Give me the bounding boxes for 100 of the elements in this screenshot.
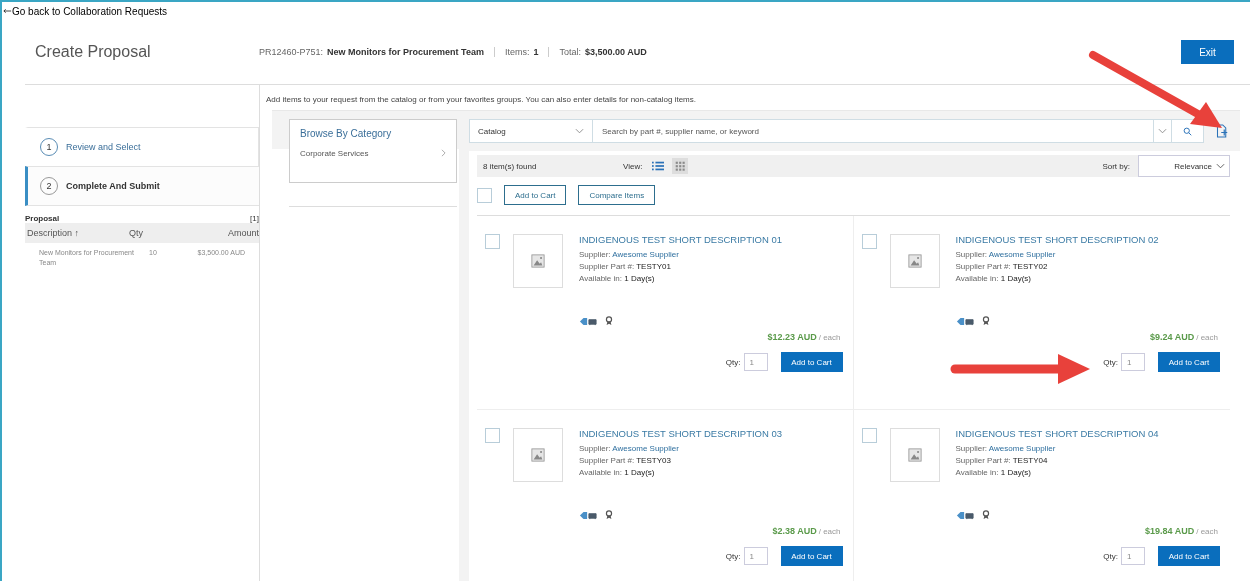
intro-text: Add items to your request from the catalog or from your favorites groups. You can also enter details for non-catalog items. bbox=[265, 94, 697, 106]
grid-view-icon[interactable] bbox=[672, 158, 689, 174]
exit-button[interactable]: Exit bbox=[1181, 40, 1234, 64]
view-label: View: bbox=[623, 161, 643, 171]
add-to-cart-button[interactable]: Add to Cart bbox=[780, 352, 843, 372]
add-to-cart-button[interactable]: Add to Cart bbox=[504, 185, 567, 205]
page-title: Create Proposal bbox=[34, 43, 152, 61]
availability-label: Available in: bbox=[955, 274, 999, 283]
part-label: Supplier Part #: bbox=[579, 262, 635, 271]
add-to-cart-button[interactable]: Add to Cart bbox=[1158, 546, 1220, 566]
column-header: Qty bbox=[129, 228, 144, 238]
chevron-down-icon bbox=[1216, 163, 1225, 169]
items-label: Items: bbox=[504, 47, 530, 57]
part-label: Supplier Part #: bbox=[955, 456, 1011, 465]
column-header[interactable]: Description ↑ bbox=[25, 228, 129, 238]
search-icon bbox=[1183, 126, 1192, 136]
search-dropdown-button[interactable] bbox=[1154, 119, 1172, 143]
availability-value: 1 Day(s) bbox=[1000, 274, 1031, 283]
qty-label: Qty: bbox=[725, 357, 741, 367]
image-icon bbox=[907, 448, 922, 462]
step-item[interactable]: 2 Complete And Submit bbox=[25, 166, 259, 206]
price: $2.38 AUD bbox=[772, 526, 817, 536]
category-title: Browse By Category bbox=[300, 128, 393, 139]
total-amount: $3,500.00 AUD bbox=[584, 47, 647, 57]
back-link[interactable]: Go back to Collaboration Requests bbox=[12, 5, 168, 17]
supplier-link[interactable]: Awesome Supplier bbox=[612, 250, 679, 259]
image-icon bbox=[907, 254, 922, 268]
price-unit: / each bbox=[818, 527, 841, 536]
back-arrow-icon bbox=[3, 8, 12, 14]
part-number: TESTY03 bbox=[636, 456, 671, 465]
compare-items-button[interactable]: Compare Items bbox=[578, 185, 656, 205]
proposal-count: [1] bbox=[250, 214, 259, 223]
price: $12.23 AUD bbox=[767, 332, 817, 342]
part-number: TESTY04 bbox=[1012, 456, 1048, 465]
add-to-cart-button[interactable]: Add to Cart bbox=[1158, 352, 1220, 372]
add-to-cart-button[interactable]: Add to Cart bbox=[780, 546, 843, 566]
availability-value: 1 Day(s) bbox=[1000, 468, 1031, 477]
qty-label: Qty: bbox=[725, 551, 741, 561]
qty-field[interactable]: 1 bbox=[1121, 547, 1145, 565]
supplier-label: Supplier: bbox=[579, 444, 611, 453]
product-checkbox[interactable] bbox=[485, 428, 500, 443]
select-all-checkbox[interactable] bbox=[477, 187, 492, 203]
qty-field[interactable]: 1 bbox=[1121, 353, 1145, 371]
product-title-link[interactable]: INDIGENOUS TEST SHORT DESCRIPTION 04 bbox=[955, 428, 1220, 439]
price-unit: / each bbox=[818, 333, 841, 342]
result-count: 8 item(s) found bbox=[483, 161, 538, 171]
supplier-label: Supplier: bbox=[579, 250, 611, 259]
product-title-link[interactable]: INDIGENOUS TEST SHORT DESCRIPTION 01 bbox=[579, 234, 843, 245]
product-title-link[interactable]: INDIGENOUS TEST SHORT DESCRIPTION 02 bbox=[955, 234, 1220, 245]
sort-label: Sort by: bbox=[1102, 161, 1130, 171]
product-checkbox[interactable] bbox=[861, 234, 877, 249]
tag-icon bbox=[955, 510, 974, 520]
award-icon bbox=[605, 510, 613, 520]
image-icon bbox=[531, 254, 545, 268]
award-icon bbox=[605, 316, 613, 326]
qty-field[interactable]: 1 bbox=[743, 547, 768, 565]
column-header: Amount bbox=[226, 228, 259, 238]
product-checkbox[interactable] bbox=[485, 234, 500, 249]
request-name: New Monitors for Procurement Team bbox=[327, 47, 484, 57]
award-icon bbox=[981, 316, 990, 326]
step-label: Review and Select bbox=[66, 142, 141, 152]
part-number: TESTY01 bbox=[636, 262, 671, 271]
category-item[interactable]: Corporate Services bbox=[300, 149, 446, 158]
supplier-label: Supplier: bbox=[955, 250, 988, 259]
tag-icon bbox=[579, 510, 597, 520]
image-icon bbox=[531, 448, 545, 462]
price: $19.84 AUD bbox=[1145, 526, 1195, 536]
supplier-label: Supplier: bbox=[955, 444, 988, 453]
add-document-icon[interactable] bbox=[1216, 124, 1228, 138]
search-button[interactable] bbox=[1172, 119, 1204, 143]
supplier-link[interactable]: Awesome Supplier bbox=[988, 250, 1056, 259]
total-label: Total: bbox=[559, 47, 581, 57]
availability-label: Available in: bbox=[955, 468, 999, 477]
price: $9.24 AUD bbox=[1150, 332, 1195, 342]
availability-label: Available in: bbox=[579, 468, 622, 477]
qty-label: Qty: bbox=[1103, 551, 1118, 561]
availability-value: 1 Day(s) bbox=[624, 468, 655, 477]
product-checkbox[interactable] bbox=[861, 428, 877, 443]
part-label: Supplier Part #: bbox=[579, 456, 635, 465]
price-unit: / each bbox=[1196, 333, 1218, 342]
award-icon bbox=[981, 510, 990, 520]
supplier-link[interactable]: Awesome Supplier bbox=[988, 444, 1056, 453]
part-number: TESTY02 bbox=[1012, 262, 1048, 271]
proposal-title: Proposal bbox=[25, 214, 60, 223]
product-title-link[interactable]: INDIGENOUS TEST SHORT DESCRIPTION 03 bbox=[579, 428, 843, 439]
tag-icon bbox=[579, 316, 597, 326]
supplier-link[interactable]: Awesome Supplier bbox=[612, 444, 679, 453]
qty-label: Qty: bbox=[1103, 357, 1118, 367]
qty-field[interactable]: 1 bbox=[743, 353, 768, 371]
part-label: Supplier Part #: bbox=[955, 262, 1011, 271]
chevron-down-icon bbox=[575, 128, 584, 134]
availability-label: Available in: bbox=[579, 274, 622, 283]
price-unit: / each bbox=[1196, 527, 1218, 536]
chevron-right-icon bbox=[441, 149, 446, 157]
step-label: Complete And Submit bbox=[66, 181, 160, 191]
tag-icon bbox=[955, 316, 974, 326]
scope-dropdown[interactable]: Catalog bbox=[469, 119, 593, 143]
search-field[interactable]: Search by part #, supplier name, or keyword bbox=[593, 119, 1154, 143]
sort-dropdown[interactable]: Relevance bbox=[1138, 155, 1230, 177]
items-count: 1 bbox=[533, 47, 539, 57]
